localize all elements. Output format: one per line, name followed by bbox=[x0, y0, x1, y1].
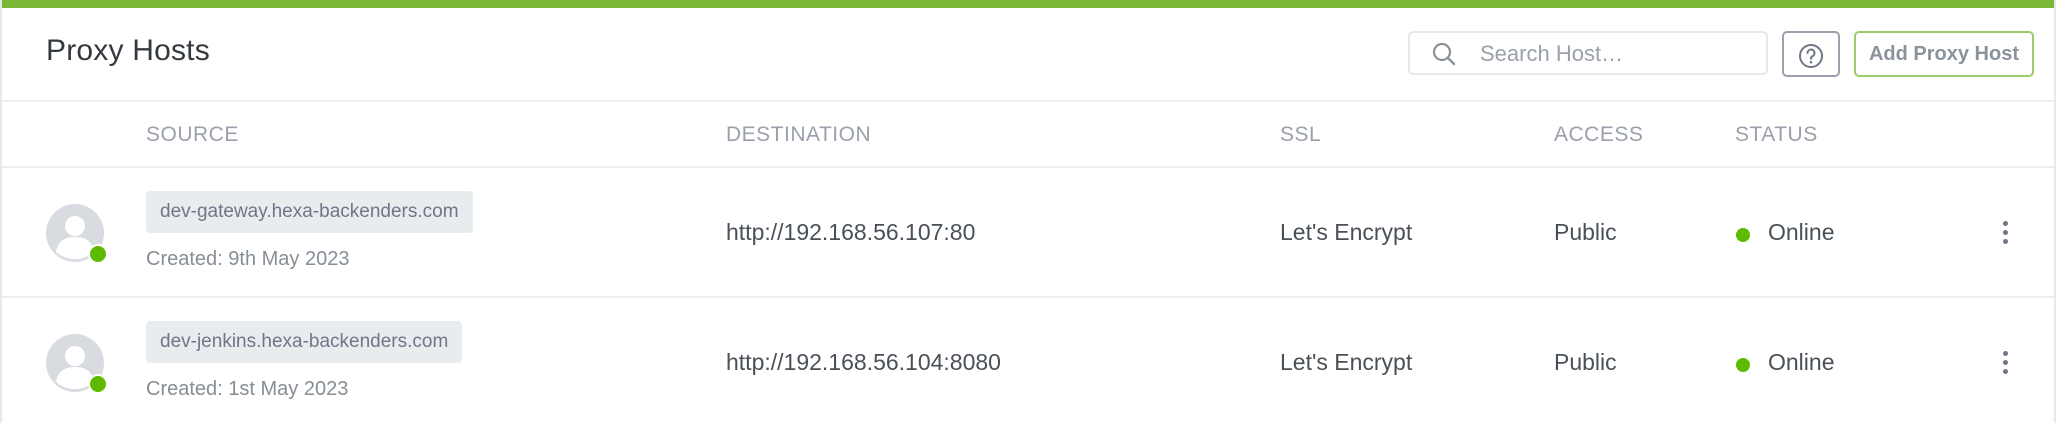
row-menu-button[interactable] bbox=[1996, 348, 2016, 378]
column-header-source[interactable]: SOURCE bbox=[146, 123, 239, 147]
destination-cell: http://192.168.56.107:80 bbox=[726, 219, 976, 245]
online-indicator bbox=[88, 374, 108, 394]
help-button[interactable] bbox=[1782, 31, 1840, 77]
created-date: Created: 1st May 2023 bbox=[146, 378, 349, 400]
search-input[interactable] bbox=[1478, 33, 1762, 75]
ssl-cell: Let's Encrypt bbox=[1280, 349, 1413, 375]
proxy-hosts-card: Proxy Hosts Add Proxy Host SOURCE DESTIN… bbox=[0, 0, 2056, 423]
access-cell: Public bbox=[1554, 219, 1617, 245]
column-header-ssl[interactable]: SSL bbox=[1280, 123, 1321, 147]
ssl-cell: Let's Encrypt bbox=[1280, 219, 1413, 245]
accent-bar bbox=[2, 0, 2054, 8]
source-domain-tag[interactable]: dev-jenkins.hexa-backenders.com bbox=[146, 321, 463, 363]
column-header-destination[interactable]: DESTINATION bbox=[726, 123, 871, 147]
column-header-access[interactable]: ACCESS bbox=[1554, 123, 1643, 147]
source-domain-tag[interactable]: dev-gateway.hexa-backenders.com bbox=[146, 191, 473, 233]
access-cell: Public bbox=[1554, 349, 1617, 375]
search-icon bbox=[1432, 42, 1456, 66]
page-title: Proxy Hosts bbox=[46, 34, 210, 67]
search-box[interactable] bbox=[1408, 31, 1768, 75]
add-proxy-host-button[interactable]: Add Proxy Host bbox=[1854, 31, 2034, 77]
table-header: SOURCE DESTINATION SSL ACCESS STATUS bbox=[2, 102, 2054, 168]
column-header-status[interactable]: STATUS bbox=[1735, 123, 1818, 147]
table-row: dev-gateway.hexa-backenders.com Created:… bbox=[2, 168, 2054, 298]
card-header: Proxy Hosts Add Proxy Host bbox=[2, 8, 2054, 102]
status-text: Online bbox=[1768, 349, 1835, 375]
table-row: dev-jenkins.hexa-backenders.com Created:… bbox=[2, 298, 2054, 428]
status-dot bbox=[1736, 358, 1750, 372]
question-circle-icon bbox=[1799, 44, 1823, 68]
destination-cell: http://192.168.56.104:8080 bbox=[726, 349, 1001, 375]
row-menu-button[interactable] bbox=[1996, 218, 2016, 248]
created-date: Created: 9th May 2023 bbox=[146, 248, 350, 270]
online-indicator bbox=[88, 244, 108, 264]
status-dot bbox=[1736, 228, 1750, 242]
status-text: Online bbox=[1768, 219, 1835, 245]
